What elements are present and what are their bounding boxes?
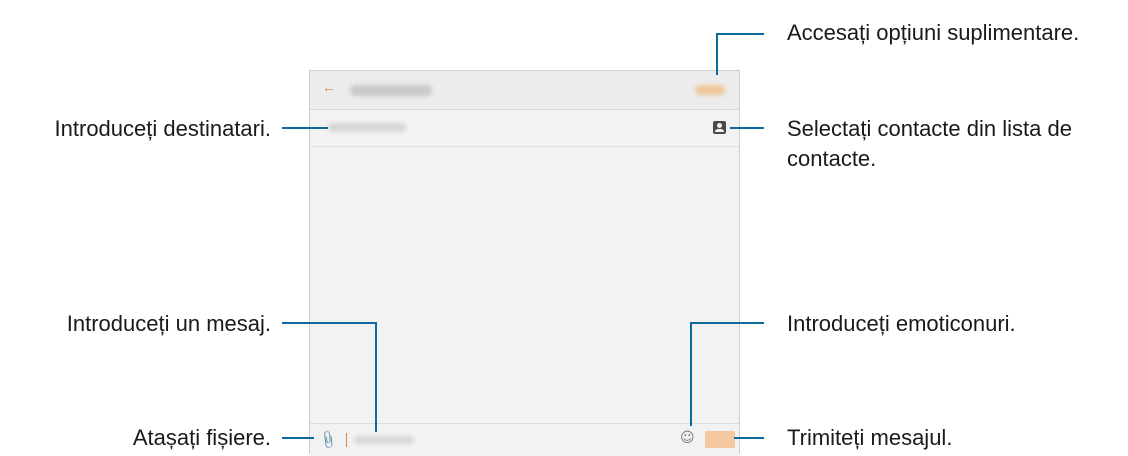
label-more-options: Accesați opțiuni suplimentare. (787, 20, 1080, 45)
callout-line-contacts (730, 127, 764, 129)
callout-line-emoji-h (690, 322, 764, 324)
screen-title-blurred (350, 85, 432, 96)
send-button[interactable] (705, 431, 735, 448)
paperclip-icon[interactable]: 📎 (317, 429, 339, 451)
message-input[interactable] (354, 436, 414, 444)
callout-line-more-v (716, 33, 718, 75)
label-enter-emoticons: Introduceți emoticonuri. (787, 311, 1016, 336)
callout-line-more-h (716, 33, 764, 35)
app-bar: ← (310, 71, 739, 110)
callout-line-message-v (375, 322, 377, 432)
callout-line-emoji-v (690, 322, 692, 426)
callout-line-message-h (282, 322, 376, 324)
label-enter-message: Introduceți un mesaj. (66, 311, 271, 336)
text-cursor (346, 433, 347, 447)
recipient-field[interactable] (310, 110, 739, 147)
label-send-message: Trimiteți mesajul. (787, 425, 953, 450)
label-select-contacts-2: contacte. (787, 146, 877, 171)
label-attach-files: Atașați fișiere. (132, 425, 271, 450)
callout-line-attach (282, 437, 314, 439)
more-options-button[interactable] (695, 85, 725, 95)
contact-card-icon[interactable] (713, 121, 726, 134)
callout-line-recipients (282, 127, 328, 129)
back-arrow-icon[interactable]: ← (322, 79, 336, 95)
label-enter-recipients: Introduceți destinatari. (54, 116, 271, 141)
smiley-icon[interactable]: ☺ (680, 430, 695, 446)
phone-screen: ← 📎 ☺ (309, 70, 740, 456)
recipient-placeholder-blurred (328, 123, 406, 132)
callout-line-send (734, 437, 764, 439)
label-select-contacts-1: Selectați contacte din lista de (787, 116, 1072, 141)
